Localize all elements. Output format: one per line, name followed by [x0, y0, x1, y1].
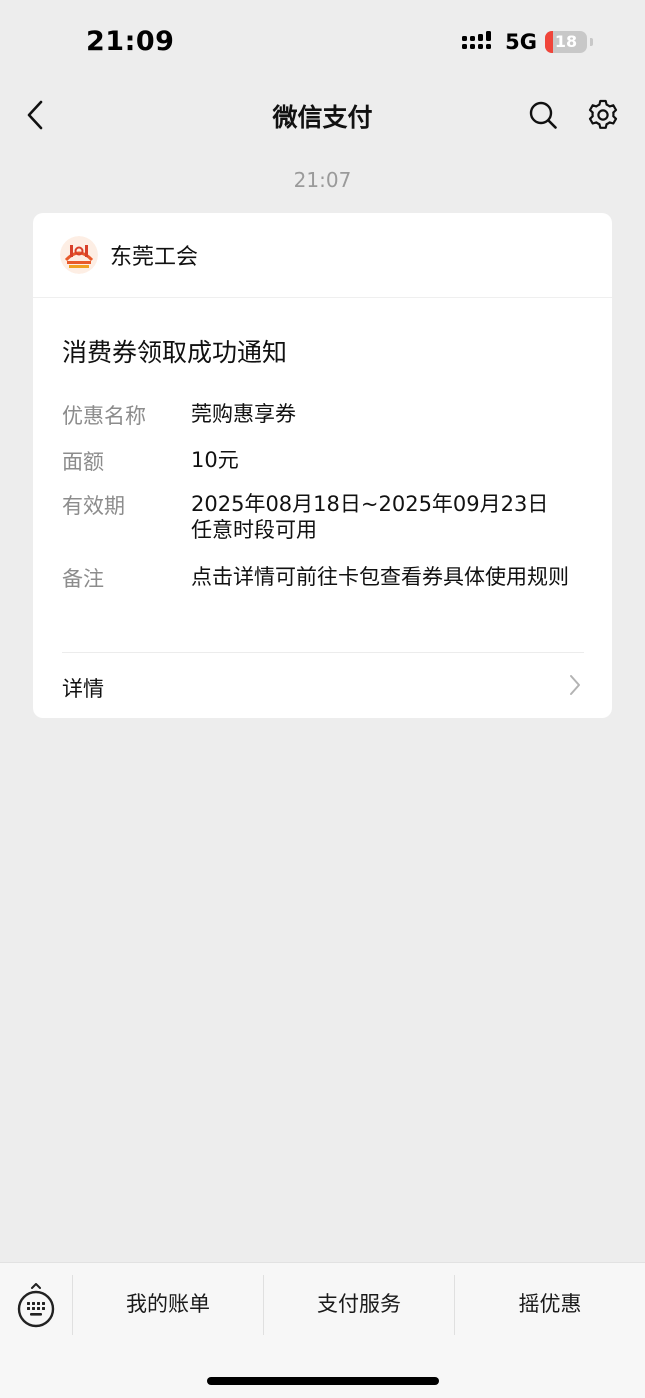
- field-label-remark: 备注: [62, 567, 104, 591]
- menu-payment-services[interactable]: 支付服务: [264, 1273, 454, 1335]
- field-value-coupon-name: 莞购惠享券: [191, 402, 296, 426]
- signal-icon: [462, 31, 492, 49]
- validity-dates: 2025年08月18日~2025年09月23日: [191, 492, 549, 516]
- gear-icon: [588, 99, 618, 129]
- validity-note: 任意时段可用: [191, 518, 317, 542]
- status-indicators: 5G 18: [461, 30, 593, 54]
- menu-shake-offers[interactable]: 摇优惠: [455, 1273, 645, 1335]
- battery-level: 18: [554, 32, 578, 51]
- field-label-amount: 面额: [62, 450, 104, 474]
- keyboard-icon: [17, 1283, 55, 1328]
- nav-bar: 微信支付: [0, 88, 645, 142]
- field-label-coupon-name: 优惠名称: [62, 404, 146, 428]
- search-icon: [529, 101, 557, 129]
- status-time: 21:09: [86, 26, 175, 57]
- search-button[interactable]: [524, 96, 562, 134]
- home-indicator[interactable]: [207, 1377, 439, 1385]
- battery-cap: [590, 38, 593, 46]
- status-bar: 21:09 5G 18: [0, 0, 645, 88]
- field-value-validity: 2025年08月18日~2025年09月23日 任意时段可用: [191, 491, 591, 543]
- keyboard-toggle-button[interactable]: [16, 1283, 56, 1331]
- card-header[interactable]: 东莞工会: [33, 213, 612, 298]
- network-type: 5G: [505, 30, 537, 54]
- org-logo-icon: [60, 236, 98, 274]
- details-label: 详情: [62, 677, 104, 701]
- message-timestamp: 21:07: [293, 168, 352, 192]
- field-value-amount: 10元: [191, 448, 239, 472]
- menu-my-bills[interactable]: 我的账单: [73, 1273, 263, 1335]
- settings-button[interactable]: [582, 94, 624, 136]
- chevron-right-icon: [570, 675, 580, 695]
- field-label-validity: 有效期: [62, 494, 125, 518]
- notification-card: 东莞工会 消费券领取成功通知 优惠名称 莞购惠享券 面额 10元 有效期 202…: [33, 213, 612, 718]
- details-link[interactable]: 详情: [33, 653, 612, 718]
- bottom-menu-bar: 我的账单 支付服务 摇优惠: [0, 1262, 645, 1398]
- field-value-remark: 点击详情可前往卡包查看券具体使用规则: [191, 565, 569, 589]
- notification-title: 消费券领取成功通知: [62, 338, 288, 367]
- battery-icon: 18: [545, 31, 593, 53]
- org-name: 东莞工会: [110, 245, 199, 270]
